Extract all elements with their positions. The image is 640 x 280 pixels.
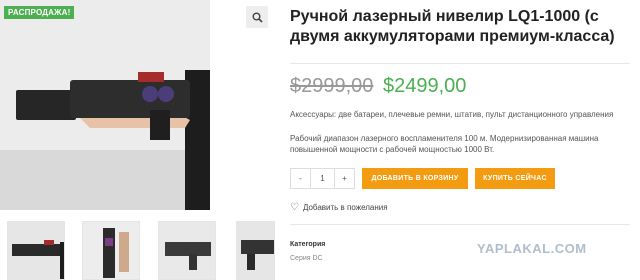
heart-icon: ♡: [290, 202, 299, 213]
thumbnail-3[interactable]: [158, 221, 216, 280]
wishlist-label: Добавить в пожелания: [302, 203, 388, 212]
add-to-cart-button[interactable]: ДОБАВИТЬ В КОРЗИНУ: [362, 168, 468, 189]
thumbnail-strip: [0, 221, 275, 280]
quantity-decrease-button[interactable]: -: [291, 169, 310, 188]
divider: [290, 63, 630, 64]
product-photo: [0, 0, 210, 210]
buy-now-button[interactable]: КУПИТЬ СЕЙЧАС: [475, 168, 555, 189]
thumbnail-2[interactable]: [82, 221, 140, 280]
old-price: $2999,00: [290, 75, 374, 97]
category-value[interactable]: Серия DC: [290, 255, 323, 262]
main-product-image[interactable]: РАСПРОДАЖА!: [0, 0, 210, 210]
thumbnail-4[interactable]: [236, 221, 275, 280]
search-icon: [252, 12, 263, 23]
accessories-text: Аксессуары: две батареи, плечевые ремни,…: [290, 110, 614, 119]
product-description: Рабочий диапазон лазерного воспламенител…: [290, 134, 599, 154]
quantity-input[interactable]: 1: [310, 169, 335, 188]
price: $2999,00 $2499,00: [290, 75, 466, 98]
quantity-stepper: - 1 +: [290, 168, 355, 189]
zoom-button[interactable]: [246, 6, 268, 28]
add-to-wishlist-link[interactable]: ♡ Добавить в пожелания: [290, 202, 388, 213]
sale-price: $2499,00: [382, 75, 467, 97]
category-label: Категория: [290, 241, 326, 248]
divider: [290, 224, 630, 225]
thumbnail-1[interactable]: [7, 221, 65, 280]
product-title: Ручной лазерный нивелир LQ1-1000 (с двум…: [290, 8, 615, 45]
sale-badge: РАСПРОДАЖА!: [4, 6, 75, 19]
quantity-increase-button[interactable]: +: [335, 169, 354, 188]
watermark: YAPLAKAL.COM: [477, 241, 587, 256]
